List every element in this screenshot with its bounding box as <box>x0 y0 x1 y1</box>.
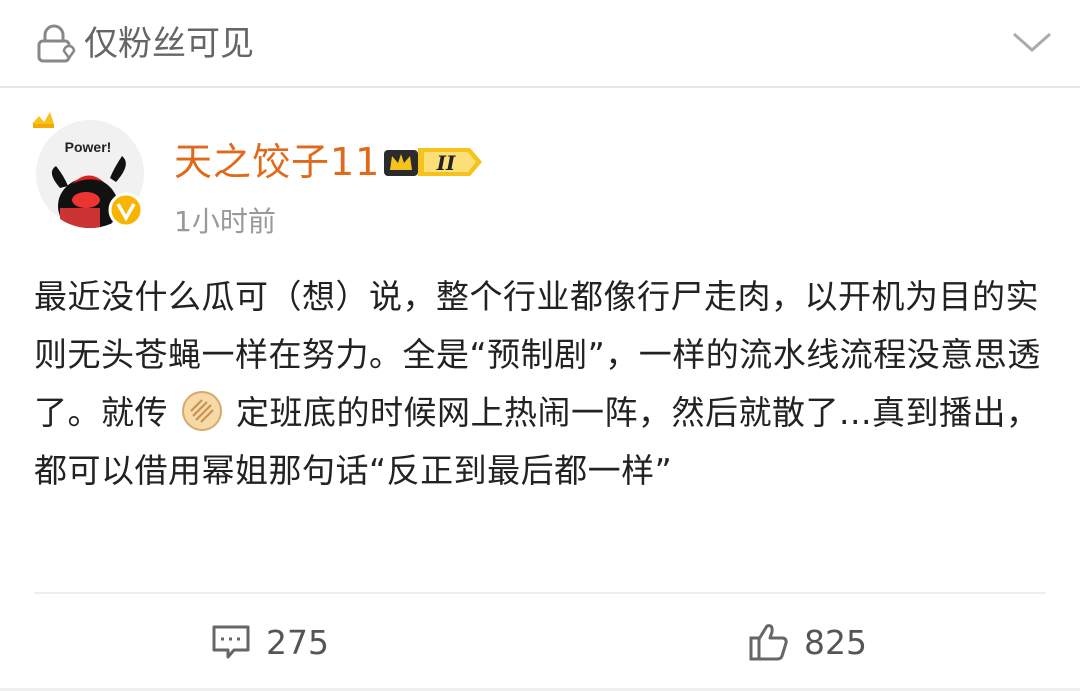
visibility-bar[interactable]: 仅粉丝可见 <box>0 0 1080 88</box>
comment-icon <box>212 625 250 659</box>
username[interactable]: 天之饺子11 <box>174 138 380 186</box>
lock-icon <box>37 24 76 63</box>
svg-text:II: II <box>436 151 456 175</box>
post-text: 最近没什么瓜可（想）说，整个行业都像行尸走肉，以开机为目的实则无头苍蝇一样在努力… <box>34 268 1048 500</box>
visibility-label: 仅粉丝可见 <box>84 24 254 64</box>
like-button[interactable]: 825 <box>748 620 867 664</box>
like-count: 825 <box>804 622 867 662</box>
comment-button[interactable]: 275 <box>210 620 329 664</box>
crown-icon <box>32 112 54 128</box>
verified-icon <box>108 192 144 228</box>
comment-count: 275 <box>266 622 329 662</box>
chevron-down-icon[interactable] <box>1010 28 1054 56</box>
member-level-badge[interactable]: II <box>382 144 484 180</box>
avatar[interactable]: Power! <box>30 110 150 230</box>
thumbs-up-icon <box>749 624 788 661</box>
pancake-emoji-icon <box>182 391 222 431</box>
divider <box>34 592 1046 594</box>
post-header: Power! 天之饺子11 II 1小时前 <box>0 90 1080 250</box>
avatar-power-text: Power! <box>65 139 112 155</box>
post-timestamp: 1小时前 <box>174 205 276 238</box>
